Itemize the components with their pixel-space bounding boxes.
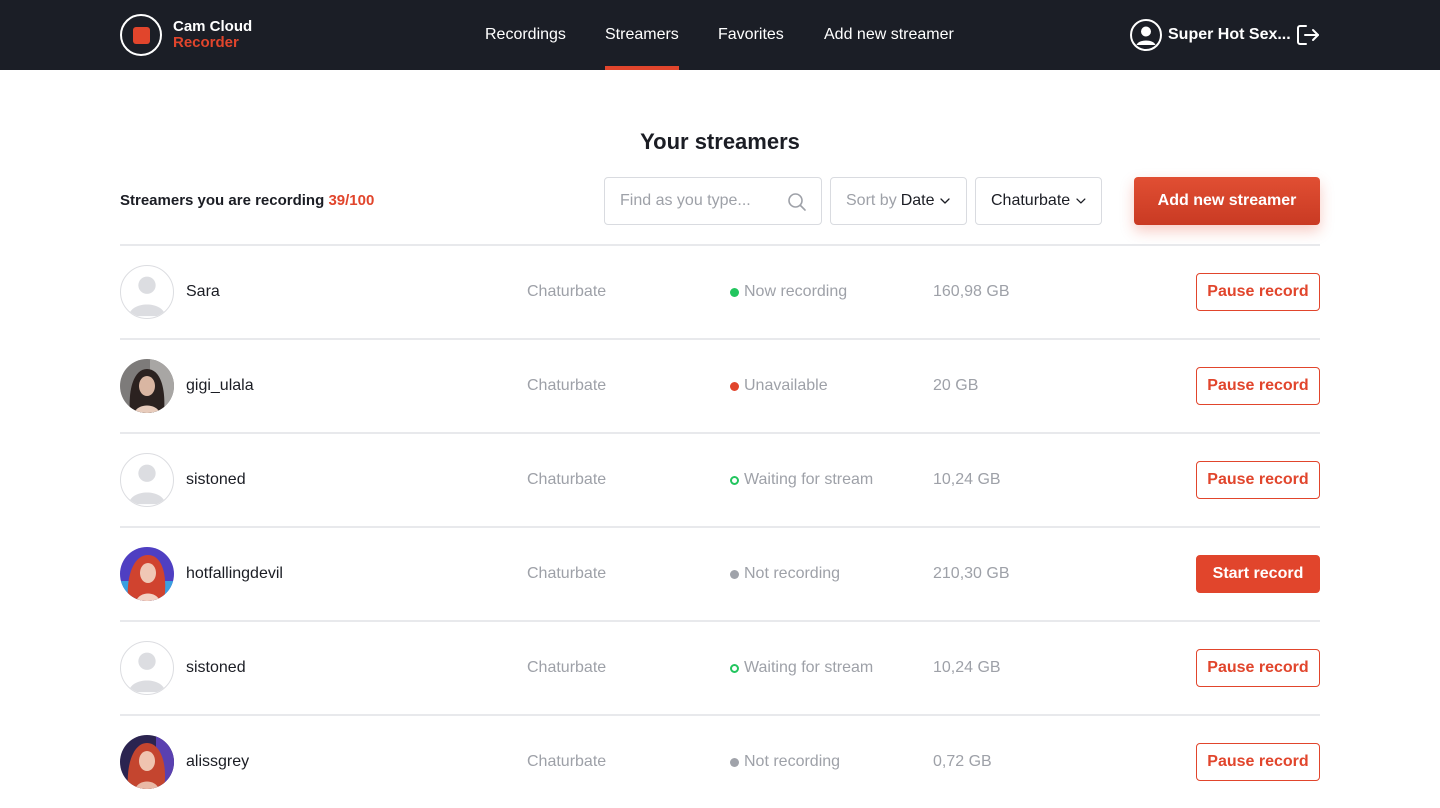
status-text: Now recording bbox=[744, 283, 848, 300]
status-dot-icon bbox=[730, 475, 739, 485]
streamer-row: gigi_ulala Chaturbate Unavailable 20 GB Paus… bbox=[120, 340, 1320, 432]
pause-record-button[interactable]: Pause record bbox=[1196, 461, 1320, 499]
status-text: Not recording bbox=[744, 753, 841, 770]
status-dot-icon bbox=[730, 663, 739, 673]
top-navigation-bar: Cam Cloud Recorder Recordings Streamers … bbox=[0, 0, 1440, 70]
counter-label: Streamers you are recording bbox=[120, 192, 325, 209]
record-logo-icon bbox=[120, 14, 162, 56]
platform-value: Chaturbate bbox=[991, 192, 1071, 209]
user-avatar-icon bbox=[1130, 19, 1162, 51]
streamer-platform: Chaturbate bbox=[527, 565, 607, 582]
app-logo[interactable]: Cam Cloud Recorder bbox=[120, 14, 252, 56]
streamer-name[interactable]: gigi_ulala bbox=[186, 377, 254, 395]
pause-record-button[interactable]: Pause record bbox=[1196, 367, 1320, 405]
streamer-row: hotfallingdevil Chaturbate Not recording 21… bbox=[120, 528, 1320, 620]
streamer-platform: Chaturbate bbox=[527, 753, 607, 770]
streamer-platform: Chaturbate bbox=[527, 659, 607, 676]
nav-recordings[interactable]: Recordings bbox=[485, 0, 566, 70]
streamer-name[interactable]: sistoned bbox=[186, 471, 246, 489]
recorded-size: 210,30 GB bbox=[933, 565, 1010, 582]
nav-favorites[interactable]: Favorites bbox=[718, 0, 784, 70]
streamer-name[interactable]: Sara bbox=[186, 283, 220, 301]
streamer-name[interactable]: alissgrey bbox=[186, 753, 249, 771]
streamer-platform: Chaturbate bbox=[527, 283, 607, 300]
counter-value: 39/100 bbox=[328, 192, 375, 209]
status-dot-icon bbox=[730, 569, 739, 579]
nav-favorites-label: Favorites bbox=[718, 26, 784, 43]
streamer-row: sistoned Chaturbate Waiting for stream 10,2… bbox=[120, 434, 1320, 526]
streamer-name[interactable]: sistoned bbox=[186, 659, 246, 677]
platform-dropdown[interactable]: Chaturbate bbox=[975, 177, 1102, 225]
status-dot-icon bbox=[730, 287, 739, 297]
logo-line-2: Recorder bbox=[173, 34, 239, 51]
streamer-row: alissgrey Chaturbate Not recording 0,72 GB P… bbox=[120, 716, 1320, 808]
streamer-status: Now recording bbox=[730, 283, 847, 301]
streamer-row: sistoned Chaturbate Waiting for stream 10,2… bbox=[120, 622, 1320, 714]
user-menu[interactable]: Super Hot Sex... bbox=[1130, 19, 1291, 51]
status-text: Unavailable bbox=[744, 377, 828, 394]
status-text: Waiting for stream bbox=[744, 659, 874, 676]
streamer-status: Unavailable bbox=[730, 377, 828, 395]
start-record-button[interactable]: Start record bbox=[1196, 555, 1320, 593]
status-dot-icon bbox=[730, 381, 739, 391]
avatar-placeholder-icon[interactable] bbox=[120, 265, 174, 319]
active-tab-indicator bbox=[605, 66, 679, 70]
add-new-streamer-button[interactable]: Add new streamer bbox=[1134, 177, 1320, 225]
logout-icon[interactable] bbox=[1296, 23, 1321, 47]
nav-streamers[interactable]: Streamers bbox=[605, 0, 679, 70]
status-text: Not recording bbox=[744, 565, 841, 582]
pause-record-button[interactable]: Pause record bbox=[1196, 273, 1320, 311]
streamer-platform: Chaturbate bbox=[527, 471, 607, 488]
streamer-name[interactable]: hotfallingdevil bbox=[186, 565, 283, 583]
nav-recordings-label: Recordings bbox=[485, 26, 566, 43]
status-dot-icon bbox=[730, 757, 739, 767]
logo-line-1: Cam Cloud bbox=[173, 18, 253, 35]
pause-record-button[interactable]: Pause record bbox=[1196, 743, 1320, 781]
streamer-status: Waiting for stream bbox=[730, 659, 873, 677]
streamer-status: Waiting for stream bbox=[730, 471, 873, 489]
recorded-size: 160,98 GB bbox=[933, 283, 1010, 300]
recorded-size: 20 GB bbox=[933, 377, 979, 394]
recorded-size: 10,24 GB bbox=[933, 471, 1001, 488]
search-box[interactable] bbox=[604, 177, 822, 225]
avatar[interactable] bbox=[120, 359, 174, 413]
streamer-status: Not recording bbox=[730, 565, 840, 583]
page-title: Your streamers bbox=[640, 129, 800, 154]
sort-prefix: Sort by bbox=[846, 192, 897, 209]
logo-text: Cam Cloud Recorder bbox=[173, 19, 252, 51]
status-text: Waiting for stream bbox=[744, 471, 874, 488]
recorded-size: 10,24 GB bbox=[933, 659, 1001, 676]
streamer-row: Sara Chaturbate Now recording 160,98 GB Paus… bbox=[120, 246, 1320, 338]
streamer-platform: Chaturbate bbox=[527, 377, 607, 394]
sort-dropdown[interactable]: Sort by Date bbox=[830, 177, 967, 225]
avatar[interactable] bbox=[120, 547, 174, 601]
search-input[interactable] bbox=[620, 178, 780, 224]
avatar-placeholder-icon[interactable] bbox=[120, 453, 174, 507]
chevron-down-icon bbox=[1076, 198, 1086, 204]
pause-record-button[interactable]: Pause record bbox=[1196, 649, 1320, 687]
chevron-down-icon bbox=[940, 198, 951, 204]
search-icon[interactable] bbox=[787, 192, 807, 212]
avatar[interactable] bbox=[120, 735, 174, 789]
nav-add-new-streamer-label: Add new streamer bbox=[824, 26, 954, 43]
avatar-placeholder-icon[interactable] bbox=[120, 641, 174, 695]
nav-add-new-streamer[interactable]: Add new streamer bbox=[824, 0, 954, 70]
nav-streamers-label: Streamers bbox=[605, 26, 679, 43]
sort-value: Date bbox=[900, 192, 935, 209]
recorded-size: 0,72 GB bbox=[933, 753, 992, 770]
recording-counter: Streamers you are recording 39/100 bbox=[120, 192, 374, 209]
streamer-status: Not recording bbox=[730, 753, 840, 771]
user-name: Super Hot Sex... bbox=[1168, 26, 1291, 43]
